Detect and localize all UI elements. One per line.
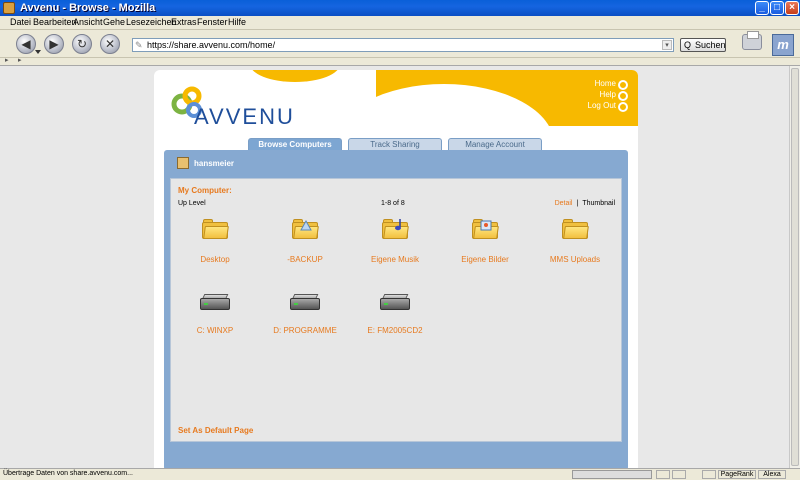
hard-drive-icon — [290, 294, 320, 310]
list-item[interactable]: MMS Uploads — [535, 219, 615, 264]
hard-drive-icon — [200, 294, 230, 310]
navigation-toolbar: ◀ ▶ ↻ ✕ ✎ https://share.avvenu.com/home/… — [0, 30, 800, 58]
set-default-page-link[interactable]: Set As Default Page — [178, 426, 253, 435]
home-link[interactable]: Home — [588, 79, 629, 90]
menu-extras[interactable]: Extras — [171, 17, 197, 27]
item-label: E: FM2005CD2 — [367, 326, 423, 335]
avvenu-logo-text: AVVENU — [194, 104, 295, 129]
url-text[interactable]: https://share.avvenu.com/home/ — [147, 40, 275, 50]
mozilla-app-icon[interactable] — [3, 2, 15, 14]
maximize-button[interactable]: □ — [770, 1, 784, 15]
tab-browse-computers[interactable]: Browse Computers — [248, 138, 342, 150]
item-label: C: WINXP — [196, 326, 234, 335]
window-title: Avvenu - Browse - Mozilla — [20, 2, 156, 14]
minimize-button[interactable]: _ — [755, 1, 769, 15]
menu-bearbeiten[interactable]: Bearbeiten — [33, 17, 77, 27]
thumbnail-view-link[interactable]: Thumbnail — [582, 200, 615, 207]
view-mode-switch: Detail | Thumbnail — [555, 200, 615, 207]
menu-bar: Datei Bearbeiten Ansicht Gehe Lesezeiche… — [0, 16, 800, 30]
tab-manage-account[interactable]: Manage Account — [448, 138, 542, 150]
list-item[interactable]: Desktop — [175, 219, 255, 264]
url-dropdown-icon[interactable]: ▾ — [662, 40, 672, 50]
list-item[interactable]: Eigene Musik — [355, 219, 435, 264]
hard-drive-icon — [380, 294, 410, 310]
item-label: Eigene Bilder — [461, 255, 509, 264]
detail-view-link[interactable]: Detail — [555, 200, 573, 207]
menu-lesezeichen[interactable]: Lesezeichen — [126, 17, 177, 27]
scrollbar-thumb[interactable] — [791, 68, 799, 466]
search-button[interactable]: Q Suchen — [680, 38, 726, 52]
tab-strip: ▸ ▸ — [0, 56, 800, 66]
up-level-link[interactable]: Up Level — [178, 200, 206, 207]
browse-panel: hansmeier My Computer: Up Level 1-8 of 8… — [164, 150, 628, 468]
menu-datei[interactable]: Datei — [10, 17, 31, 27]
menu-hilfe[interactable]: Hilfe — [228, 17, 246, 27]
reload-button[interactable]: ↻ — [72, 34, 92, 54]
item-label: Eigene Musik — [370, 255, 420, 264]
tab-strip-right-arrow-icon[interactable]: ▸ — [18, 56, 22, 64]
vertical-scrollbar[interactable] — [789, 66, 800, 468]
list-item[interactable]: C: WINXP — [175, 294, 255, 335]
page-count: 1-8 of 8 — [381, 200, 405, 207]
url-bar[interactable]: ✎ https://share.avvenu.com/home/ ▾ — [132, 38, 674, 52]
search-icon: Q — [684, 40, 692, 50]
list-item[interactable]: -BACKUP — [265, 219, 345, 264]
tab-strip-left-arrow-icon[interactable]: ▸ — [5, 56, 9, 64]
item-label: MMS Uploads — [549, 255, 601, 264]
folder-icon — [202, 219, 229, 239]
header-yellow-arc — [250, 70, 340, 82]
menu-fenster[interactable]: Fenster — [197, 17, 228, 27]
list-item[interactable]: Eigene Bilder — [445, 219, 525, 264]
site-icon: ✎ — [135, 40, 143, 50]
title-bar: Avvenu - Browse - Mozilla _ □ × — [0, 0, 800, 16]
list-item[interactable]: D: PROGRAMME — [265, 294, 345, 335]
folder-pictures-icon — [472, 219, 499, 239]
view-separator: | — [576, 200, 579, 207]
item-label: D: PROGRAMME — [273, 326, 337, 335]
section-title: My Computer: — [178, 186, 232, 195]
stop-button[interactable]: ✕ — [100, 34, 120, 54]
security-icon[interactable] — [672, 470, 686, 479]
menu-gehe[interactable]: Gehe — [103, 17, 125, 27]
log-out-link[interactable]: Log Out — [588, 101, 629, 112]
menu-ansicht[interactable]: Ansicht — [73, 17, 103, 27]
folder-share-icon — [292, 219, 319, 239]
forward-button[interactable]: ▶ — [44, 34, 64, 54]
top-links: Home Help Log Out — [588, 79, 629, 112]
username: hansmeier — [194, 159, 235, 168]
pagerank-indicator[interactable]: PageRank — [718, 470, 756, 479]
back-button[interactable]: ◀ — [16, 34, 41, 54]
connection-icon[interactable] — [656, 470, 670, 479]
print-icon[interactable] — [742, 31, 762, 50]
item-label: -BACKUP — [287, 255, 323, 264]
list-item[interactable]: E: FM2005CD2 — [355, 294, 435, 335]
status-text: Übertrage Daten von share.avvenu.com... — [3, 470, 133, 477]
search-button-label: Suchen — [695, 40, 726, 50]
throbber-icon[interactable]: m — [772, 34, 794, 56]
close-button[interactable]: × — [785, 1, 799, 15]
status-bar: Übertrage Daten von share.avvenu.com... … — [0, 468, 800, 480]
progress-bar — [572, 470, 652, 479]
item-label: Desktop — [200, 255, 230, 264]
page-viewport: AVVENU Home Help Log Out Browse Computer… — [0, 66, 789, 468]
google-icon[interactable] — [702, 470, 716, 479]
file-browser: My Computer: Up Level 1-8 of 8 Detail | Th… — [170, 178, 622, 442]
folder-music-icon — [382, 219, 409, 239]
avvenu-page: AVVENU Home Help Log Out Browse Computer… — [154, 70, 638, 468]
user-computer-icon — [177, 157, 189, 169]
folder-icon — [562, 219, 589, 239]
alexa-indicator[interactable]: Alexa — [758, 470, 786, 479]
tab-track-sharing[interactable]: Track Sharing — [348, 138, 442, 150]
help-link[interactable]: Help — [588, 90, 629, 101]
